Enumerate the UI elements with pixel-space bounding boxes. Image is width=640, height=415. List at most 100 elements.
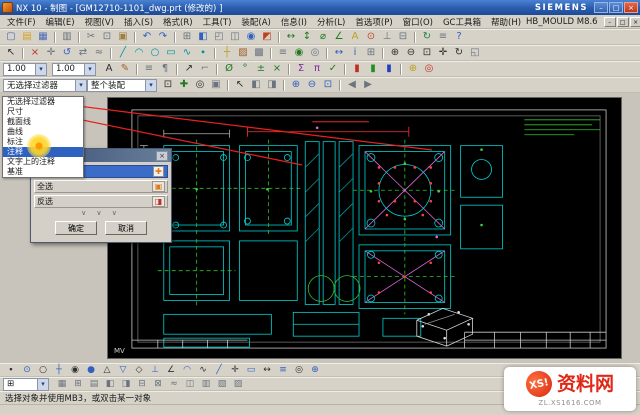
color-green-swatch[interactable]: ▮ (365, 62, 381, 76)
dialog-row-icon[interactable]: ◨ (152, 196, 165, 207)
invert-selection-row[interactable]: 反选 ◨ (34, 195, 168, 208)
target-icon[interactable]: ◎ (421, 62, 437, 76)
text-style-icon[interactable]: A (101, 62, 117, 76)
linear-dimension-icon[interactable]: ↕ (299, 30, 315, 44)
color-blue-swatch[interactable]: ▮ (381, 62, 397, 76)
filter-option[interactable]: 曲线 (3, 127, 83, 137)
menu-item[interactable]: 格式(R) (158, 15, 198, 29)
grid-icon[interactable]: ▦ (54, 377, 70, 391)
menu-item[interactable]: 编辑(E) (41, 15, 80, 29)
slash-icon[interactable]: ╱ (211, 363, 227, 377)
select-all-row[interactable]: 全选 ▣ (34, 180, 168, 193)
circle-icon[interactable]: ○ (147, 46, 163, 60)
delete-icon[interactable]: × (27, 46, 43, 60)
menu-item[interactable]: 帮助(H) (486, 15, 526, 29)
oplus-icon[interactable]: ⊕ (307, 363, 323, 377)
hatch-icon[interactable]: ▨ (235, 46, 251, 60)
check-icon[interactable]: ✓ (325, 62, 341, 76)
end-point-icon[interactable]: ∙ (3, 363, 19, 377)
pan-icon[interactable]: ✛ (435, 46, 451, 60)
scale-combo[interactable]: 1.00 ▾ (52, 63, 96, 76)
rect-icon[interactable]: ▭ (243, 363, 259, 377)
dialog-button[interactable]: 确定 (55, 221, 97, 235)
menu-item[interactable]: 信息(I) (276, 15, 312, 29)
arrow-icon[interactable]: ↗ (181, 62, 197, 76)
existing-point-icon[interactable]: ● (83, 363, 99, 377)
show-icon[interactable]: ◉ (291, 46, 307, 60)
new-sheet-icon[interactable]: ⊞ (179, 30, 195, 44)
offset-icon[interactable]: ≈ (91, 46, 107, 60)
prev-icon[interactable]: ◀ (344, 78, 360, 92)
menu-item[interactable]: 工具(T) (198, 15, 237, 29)
perpendicular-icon[interactable]: ⊥ (147, 363, 163, 377)
select-cursor-icon[interactable]: ↖ (232, 78, 248, 92)
front-view-icon[interactable]: ◱ (467, 46, 483, 60)
highlight-icon[interactable]: ▣ (208, 78, 224, 92)
wcs-icon[interactable]: ⊕ (405, 62, 421, 76)
hole-table-icon[interactable]: ⊞ (363, 46, 379, 60)
undo-icon[interactable]: ↶ (139, 30, 155, 44)
cross-icon[interactable]: ✛ (227, 363, 243, 377)
angular-dimension-icon[interactable]: ∠ (331, 30, 347, 44)
dialog-button[interactable]: 取消 (105, 221, 147, 235)
sigma-icon[interactable]: Σ (293, 62, 309, 76)
wave-icon[interactable]: ≈ (166, 377, 182, 391)
next-icon[interactable]: ▶ (360, 78, 376, 92)
filter-option[interactable]: 尺寸 (3, 107, 83, 117)
menu-item[interactable]: 插入(S) (119, 15, 158, 29)
snap-icon[interactable]: ◎ (192, 78, 208, 92)
filter-option[interactable]: 无选择过滤器 (3, 97, 83, 107)
leader-icon[interactable]: ⌐ (197, 62, 213, 76)
plus-minus-icon[interactable]: ± (253, 62, 269, 76)
view-style-combo[interactable]: ⊞ ▾ (3, 378, 49, 391)
pi-icon[interactable]: π (309, 62, 325, 76)
mirror-icon[interactable]: ⇄ (75, 46, 91, 60)
id-symbol-icon[interactable]: ⊙ (363, 30, 379, 44)
zoom-out-icon[interactable]: ⊖ (304, 78, 320, 92)
filter-option[interactable]: 基准 (3, 167, 83, 177)
open-icon[interactable]: ▤ (19, 30, 35, 44)
diamond-icon[interactable]: ◇ (131, 363, 147, 377)
menu-icon[interactable]: ≡ (275, 363, 291, 377)
align-icon[interactable]: ≡ (141, 62, 157, 76)
paste-icon[interactable]: ▣ (115, 30, 131, 44)
quadrant-icon[interactable]: ◉ (67, 363, 83, 377)
spline-point-icon[interactable]: ∿ (195, 363, 211, 377)
point-icon[interactable]: ∙ (195, 46, 211, 60)
arc-icon[interactable]: ◠ (131, 46, 147, 60)
add-to-selection-icon[interactable]: ✚ (176, 78, 192, 92)
child-minimize-button[interactable]: – (604, 17, 616, 27)
move-icon[interactable]: ✛ (43, 46, 59, 60)
fit-view-icon[interactable]: ⊡ (419, 46, 435, 60)
select-rect-icon[interactable]: ⊡ (160, 78, 176, 92)
zoom-in-icon[interactable]: ⊕ (288, 78, 304, 92)
selection-filter-combo[interactable]: 无选择过滤器 ▾ (3, 79, 87, 92)
bottom-half-icon[interactable]: ◨ (264, 78, 280, 92)
hide-icon[interactable]: ◎ (307, 46, 323, 60)
diameter-symbol-icon[interactable]: Ø (221, 62, 237, 76)
graphics-window[interactable]: MV (107, 97, 622, 359)
save-icon[interactable]: ▦ (35, 30, 51, 44)
datum-feature-icon[interactable]: ⊥ (379, 30, 395, 44)
view-wizard-icon[interactable]: ◧ (195, 30, 211, 44)
right-panel-icon[interactable]: ◨ (118, 377, 134, 391)
circle-dot-icon[interactable]: ◎ (291, 363, 307, 377)
paragraph-icon[interactable]: ¶ (157, 62, 173, 76)
edit-text-icon[interactable]: ✎ (117, 62, 133, 76)
radial-dimension-icon[interactable]: ⌀ (315, 30, 331, 44)
spline-icon[interactable]: ∿ (179, 46, 195, 60)
preferences-icon[interactable]: ≡ (435, 30, 451, 44)
triangle-down-icon[interactable]: ▽ (115, 363, 131, 377)
detail-view-icon[interactable]: ◉ (243, 30, 259, 44)
color-red-swatch[interactable]: ▮ (349, 62, 365, 76)
measure-icon[interactable]: ↔ (331, 46, 347, 60)
filter-option[interactable]: 文字上的注释 (3, 157, 83, 167)
intersection-icon[interactable]: ┼ (51, 363, 67, 377)
degree-symbol-icon[interactable]: ° (237, 62, 253, 76)
table-grid-icon[interactable]: ⊞ (70, 377, 86, 391)
object-info-icon[interactable]: i (347, 46, 363, 60)
redo-icon[interactable]: ↷ (155, 30, 171, 44)
angle-icon[interactable]: ∠ (163, 363, 179, 377)
close-box-icon[interactable]: ⊠ (150, 377, 166, 391)
select-cursor-icon[interactable]: ↖ (3, 46, 19, 60)
